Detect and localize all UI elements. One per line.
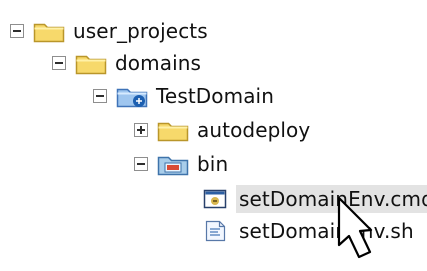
tree-node-autodeploy[interactable]: autodeploy [134, 113, 310, 147]
cmd-file-icon [199, 187, 231, 211]
collapse-toggle-icon[interactable] [93, 89, 107, 103]
tree-node-testdomain[interactable]: TestDomain [93, 79, 274, 113]
mouse-pointer-icon [337, 196, 373, 259]
tree-node-bin[interactable]: bin [134, 147, 228, 181]
domain-folder-icon [116, 84, 148, 108]
collapse-toggle-icon[interactable] [52, 56, 66, 70]
sh-file-icon [199, 219, 231, 243]
bin-folder-icon [157, 152, 189, 176]
tree-node-domains[interactable]: domains [52, 46, 201, 80]
folder-icon [33, 19, 65, 43]
tree-node-label: setDomainEnv.cmd [236, 185, 427, 213]
tree-node-label: autodeploy [197, 118, 311, 142]
tree-node-label: domains [115, 51, 202, 75]
folder-icon [75, 51, 107, 75]
collapse-toggle-icon[interactable] [134, 157, 148, 171]
tree-node-label: TestDomain [156, 84, 274, 108]
collapse-toggle-icon[interactable] [10, 24, 24, 38]
folder-icon [157, 118, 189, 142]
tree-node-user-projects[interactable]: user_projects [10, 14, 208, 48]
tree-node-label: bin [197, 152, 229, 176]
expand-toggle-icon[interactable] [134, 123, 148, 137]
file-tree: user_projects domains TestDomain autodep… [0, 0, 427, 271]
tree-node-label: user_projects [73, 19, 208, 43]
